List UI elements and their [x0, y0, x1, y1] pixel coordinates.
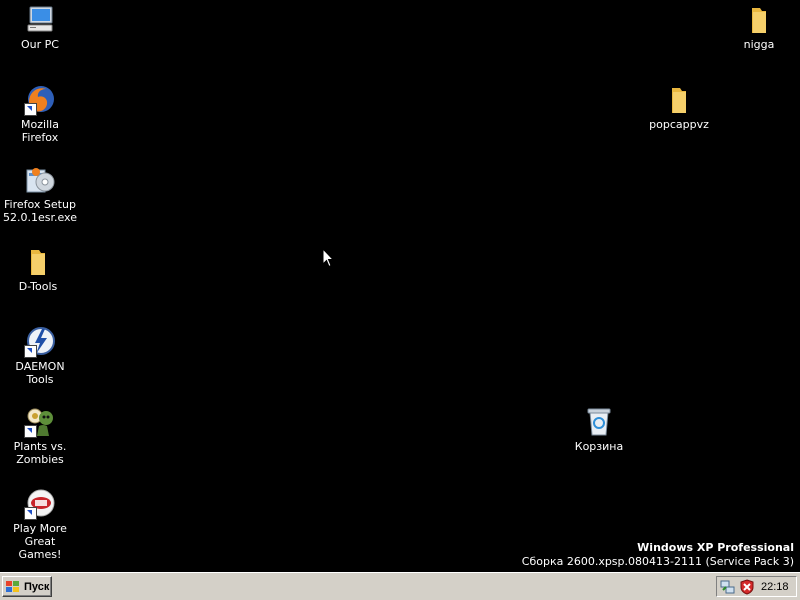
desktop-icon-play-more-great-games[interactable]: Play More Great Games! — [2, 488, 78, 561]
desktop-icon-folder-popcappvz[interactable]: popcappvz — [641, 84, 717, 131]
shortcut-arrow-icon — [24, 345, 37, 358]
desktop-icon-label: Play More Great Games! — [13, 522, 67, 561]
desktop-icon-recycle-bin[interactable]: Корзина — [561, 406, 637, 453]
os-build: Сборка 2600.xpsp.080413-2111 (Service Pa… — [521, 555, 794, 568]
daemon-tools-icon — [24, 326, 56, 358]
desktop-icon-label: nigga — [743, 38, 775, 51]
folder-icon — [743, 4, 775, 36]
clock[interactable]: 22:18 — [761, 581, 789, 593]
firefox-icon — [24, 84, 56, 116]
desktop-icon-mozilla-firefox[interactable]: Mozilla Firefox — [2, 84, 78, 144]
desktop-icon-label: Plants vs. Zombies — [13, 440, 67, 466]
start-button[interactable]: Пуск — [2, 576, 52, 597]
desktop-icon-daemon-tools[interactable]: DAEMON Tools — [2, 326, 78, 386]
desktop-icon-plants-vs-zombies[interactable]: Plants vs. Zombies — [2, 406, 78, 466]
folder-icon — [22, 246, 54, 278]
desktop-icon-label: popcappvz — [649, 118, 709, 131]
desktop-icon-d-tools[interactable]: D-Tools — [0, 246, 76, 293]
desktop-icon-label: Корзина — [574, 440, 624, 453]
firefox-setup-icon — [24, 164, 56, 196]
desktop-icon-label: Our PC — [21, 38, 59, 51]
start-label: Пуск — [24, 580, 50, 593]
system-tray: 22:18 — [716, 576, 797, 597]
shortcut-arrow-icon — [24, 103, 37, 116]
windows-logo-icon — [6, 580, 19, 592]
security-shield-icon[interactable] — [739, 578, 755, 595]
os-name: Windows XP Professional — [637, 541, 794, 554]
desktop-icon-label: Firefox Setup 52.0.1esr.exe — [2, 198, 77, 224]
plants-vs-zombies-icon — [24, 406, 56, 438]
folder-icon — [663, 84, 695, 116]
desktop-icon-our-pc[interactable]: Our PC — [2, 4, 78, 51]
desktop-icon-firefox-setup[interactable]: Firefox Setup 52.0.1esr.exe — [2, 164, 78, 224]
shortcut-arrow-icon — [24, 425, 37, 438]
desktop-icon-folder-nigga[interactable]: nigga — [721, 4, 797, 51]
shortcut-arrow-icon — [24, 507, 37, 520]
desktop-icon-label: D-Tools — [18, 280, 58, 293]
taskbar: Пуск 22:18 — [0, 572, 800, 600]
mouse-cursor-icon — [322, 247, 335, 272]
os-version-watermark: Windows XP Professional Сборка 2600.xpsp… — [522, 541, 794, 569]
desktop: Our PC Mozilla Firefox Firefox Setup 52.… — [0, 0, 800, 572]
my-computer-icon — [24, 4, 56, 36]
popcap-icon — [24, 488, 56, 520]
desktop-icon-label: DAEMON Tools — [15, 360, 65, 386]
desktop-icon-label: Mozilla Firefox — [21, 118, 59, 144]
recycle-bin-icon — [583, 406, 615, 438]
network-icon[interactable] — [720, 579, 736, 595]
